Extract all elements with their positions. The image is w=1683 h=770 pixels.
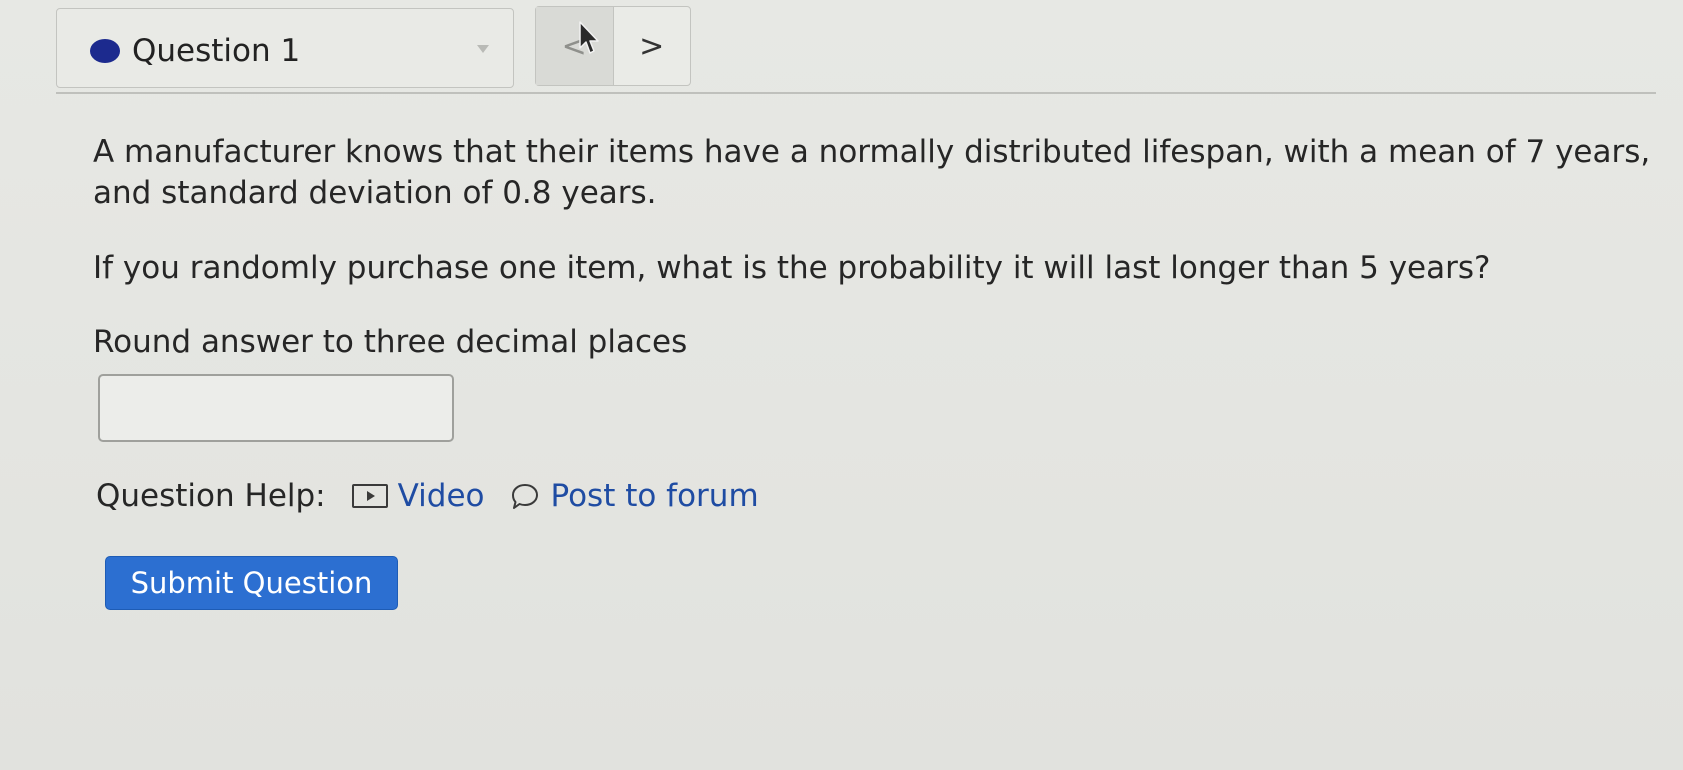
question-selector[interactable]: Question 1	[56, 8, 514, 88]
question-help-label: Question Help:	[96, 478, 326, 514]
question-nav: < >	[535, 6, 691, 86]
forum-help-label: Post to forum	[550, 478, 759, 514]
question-text: A manufacturer knows that their items ha…	[93, 134, 1651, 211]
question-title: Question 1	[132, 33, 301, 69]
header-divider	[56, 92, 1656, 94]
forum-help-link[interactable]: Post to forum	[510, 478, 759, 514]
chevron-right-icon: >	[639, 28, 665, 64]
video-help-link[interactable]: Video	[351, 478, 485, 514]
status-dot-icon	[90, 39, 120, 63]
question-prompt: If you randomly purchase one item, what …	[93, 250, 1491, 286]
video-icon	[351, 484, 388, 508]
rounding-instruction: Round answer to three decimal places	[93, 324, 688, 360]
mouse-cursor-icon	[579, 21, 599, 54]
previous-question-button[interactable]: <	[536, 7, 614, 85]
submit-question-button[interactable]: Submit Question	[105, 556, 398, 610]
answer-input[interactable]	[98, 374, 454, 442]
speech-bubble-icon	[512, 484, 539, 509]
question-help: Question Help: Video Post to forum	[96, 476, 759, 516]
video-help-label: Video	[397, 478, 485, 514]
next-question-button[interactable]: >	[614, 7, 691, 85]
chevron-down-icon	[477, 45, 489, 53]
